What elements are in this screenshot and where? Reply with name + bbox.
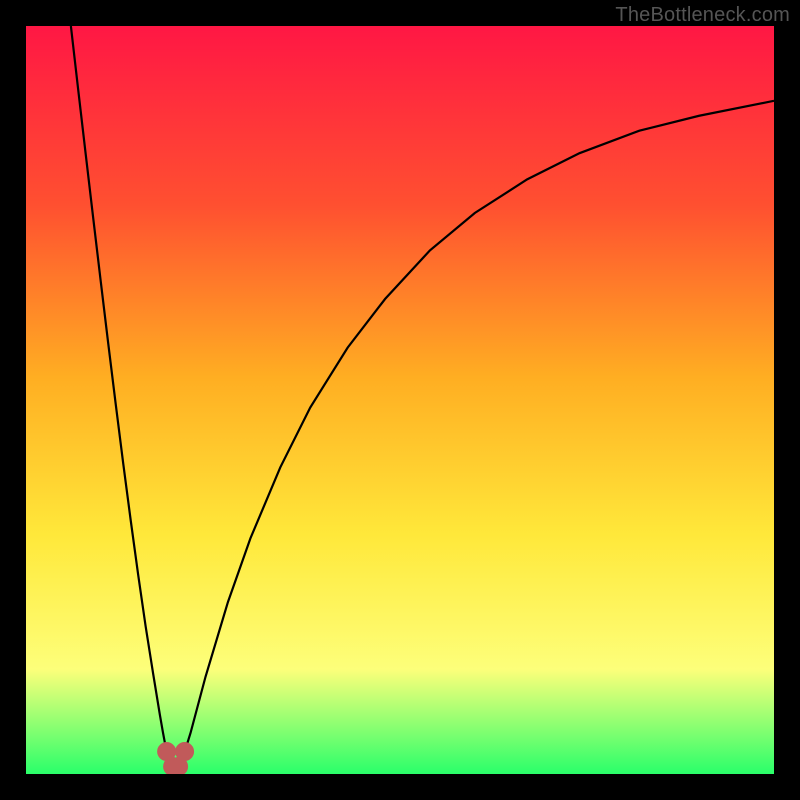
watermark-text: TheBottleneck.com (615, 4, 790, 27)
chart-container: TheBottleneck.com (0, 0, 800, 800)
gradient-background (26, 26, 774, 774)
plot-area (26, 26, 774, 774)
chart-svg (26, 26, 774, 774)
marker-dot (176, 743, 194, 761)
